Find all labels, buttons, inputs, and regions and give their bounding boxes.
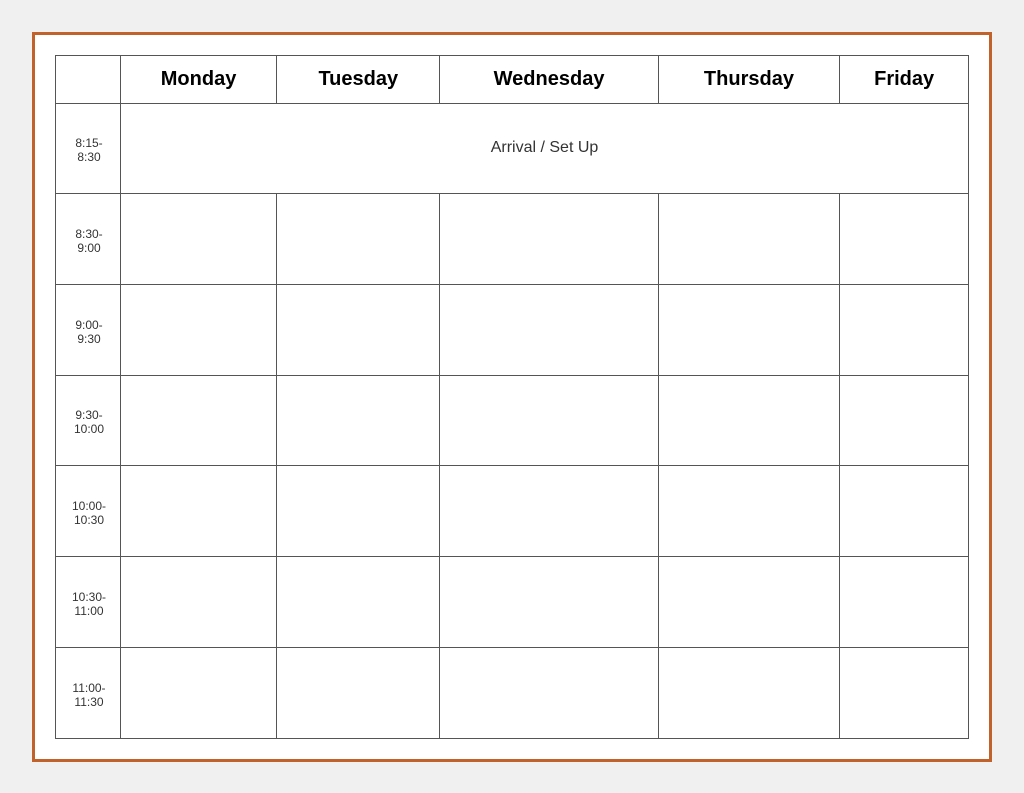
cell-wed-1100 <box>440 647 658 738</box>
cell-mon-1000 <box>121 466 277 557</box>
cell-fri-1030 <box>840 557 969 648</box>
cell-fri-1000 <box>840 466 969 557</box>
cell-thu-830 <box>658 194 840 285</box>
cell-mon-1100 <box>121 647 277 738</box>
arrival-cell: Arrival / Set Up <box>121 103 969 194</box>
time-930-1000: 9:30- 10:00 <box>56 375 121 466</box>
cell-tue-1100 <box>277 647 440 738</box>
cell-tue-1030 <box>277 557 440 648</box>
header-tuesday: Tuesday <box>277 55 440 103</box>
row-900-930: 9:00- 9:30 <box>56 284 969 375</box>
cell-thu-900 <box>658 284 840 375</box>
header-thursday: Thursday <box>658 55 840 103</box>
time-1000-1030: 10:00- 10:30 <box>56 466 121 557</box>
cell-tue-1000 <box>277 466 440 557</box>
row-930-1000: 9:30- 10:00 <box>56 375 969 466</box>
cell-thu-1030 <box>658 557 840 648</box>
time-830-900: 8:30- 9:00 <box>56 194 121 285</box>
cell-mon-900 <box>121 284 277 375</box>
row-1100-1130: 11:00- 11:30 <box>56 647 969 738</box>
cell-thu-1100 <box>658 647 840 738</box>
cell-fri-1100 <box>840 647 969 738</box>
cell-wed-1000 <box>440 466 658 557</box>
header-wednesday: Wednesday <box>440 55 658 103</box>
header-empty-cell <box>56 55 121 103</box>
time-900-930: 9:00- 9:30 <box>56 284 121 375</box>
cell-tue-830 <box>277 194 440 285</box>
schedule-table: Monday Tuesday Wednesday Thursday Friday… <box>55 55 969 739</box>
time-815-830: 8:15- 8:30 <box>56 103 121 194</box>
cell-wed-930 <box>440 375 658 466</box>
arrival-row: 8:15- 8:30 Arrival / Set Up <box>56 103 969 194</box>
header-friday: Friday <box>840 55 969 103</box>
cell-thu-930 <box>658 375 840 466</box>
cell-tue-900 <box>277 284 440 375</box>
cell-mon-930 <box>121 375 277 466</box>
cell-tue-930 <box>277 375 440 466</box>
cell-thu-1000 <box>658 466 840 557</box>
cell-wed-830 <box>440 194 658 285</box>
cell-mon-830 <box>121 194 277 285</box>
row-830-900: 8:30- 9:00 <box>56 194 969 285</box>
time-1100-1130: 11:00- 11:30 <box>56 647 121 738</box>
cell-mon-1030 <box>121 557 277 648</box>
row-1000-1030: 10:00- 10:30 <box>56 466 969 557</box>
page-container: Monday Tuesday Wednesday Thursday Friday… <box>32 32 992 762</box>
cell-wed-1030 <box>440 557 658 648</box>
time-1030-1100: 10:30- 11:00 <box>56 557 121 648</box>
row-1030-1100: 10:30- 11:00 <box>56 557 969 648</box>
cell-wed-900 <box>440 284 658 375</box>
cell-fri-930 <box>840 375 969 466</box>
cell-fri-830 <box>840 194 969 285</box>
header-monday: Monday <box>121 55 277 103</box>
cell-fri-900 <box>840 284 969 375</box>
